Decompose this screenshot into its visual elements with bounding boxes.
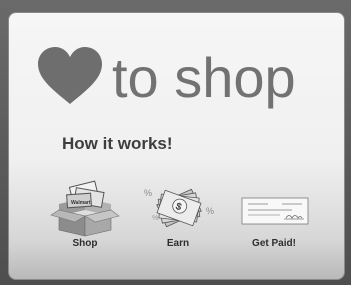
svg-text:%: %	[206, 206, 214, 216]
heart-icon	[38, 47, 102, 104]
shopping-box-icon: Walmart	[50, 180, 120, 237]
step-get-paid-label: Get Paid!	[252, 238, 296, 249]
how-it-works-heading: How it works!	[62, 134, 173, 153]
money-cash-icon: % % % $	[144, 188, 214, 228]
svg-text:%: %	[144, 188, 152, 198]
check-payment-icon	[241, 197, 309, 225]
step-earn[interactable]: % % % $ Earn	[138, 180, 218, 252]
step-earn-label: Earn	[166, 238, 190, 249]
step-shop-label: Shop	[72, 238, 98, 249]
box-brand-logo: Walmart	[71, 200, 91, 206]
headline-text: to shop	[112, 46, 296, 109]
svg-text:%: %	[152, 215, 158, 222]
headline: to shop	[36, 44, 296, 108]
step-shop[interactable]: Walmart Shop	[45, 180, 125, 252]
step-get-paid[interactable]: Get Paid!	[234, 180, 314, 252]
